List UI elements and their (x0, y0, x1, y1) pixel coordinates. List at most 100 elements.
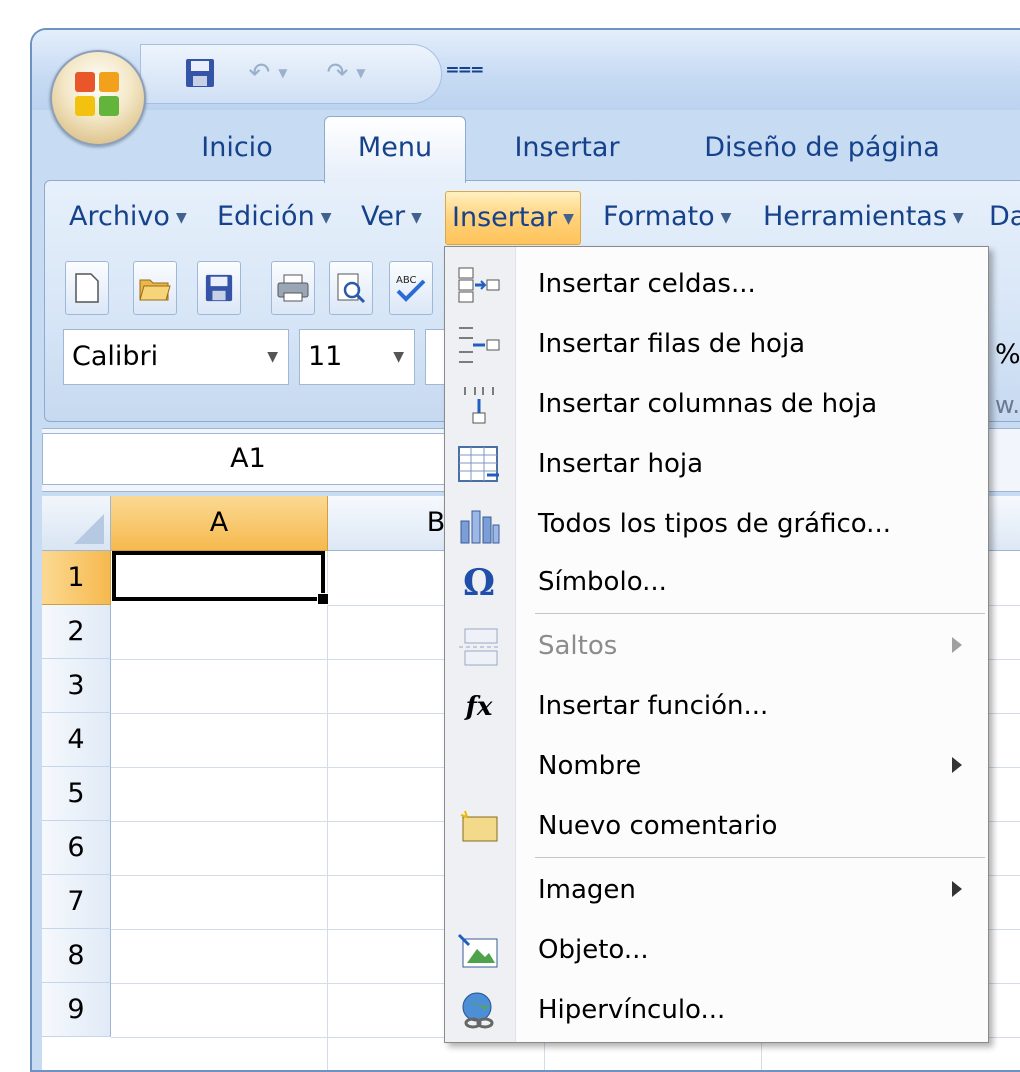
menu-item-todos-graficos[interactable]: Todos los tipos de gráfico... (445, 495, 988, 553)
hyperlink-icon (457, 991, 501, 1031)
active-cell-a1[interactable] (112, 551, 329, 605)
toolbar-save-button[interactable] (197, 261, 241, 315)
menu-item-saltos[interactable]: Saltos (445, 617, 988, 675)
chevron-down-icon: ▼ (267, 349, 278, 365)
row-header-8[interactable]: 8 (42, 929, 111, 983)
menu-item-label: Insertar hoja (538, 449, 704, 479)
menu-item-label: Insertar celdas... (538, 269, 756, 299)
page-break-icon (457, 627, 501, 667)
percent-style-button[interactable]: % (995, 339, 1020, 370)
comment-icon (457, 807, 501, 847)
menu-item-label: Insertar columnas de hoja (538, 389, 878, 419)
font-size-select[interactable]: 11 ▼ (299, 329, 415, 385)
insert-columns-icon (457, 385, 501, 425)
magnifier-icon (337, 273, 366, 304)
open-button[interactable] (133, 261, 177, 315)
menu-item-nuevo-comentario[interactable]: Nuevo comentario (445, 797, 988, 855)
menu-item-insertar-funcion[interactable]: fx Insertar función... (445, 677, 988, 735)
row-header-3[interactable]: 3 (42, 659, 111, 713)
select-all-button[interactable] (42, 496, 111, 551)
folder-open-icon (139, 279, 171, 301)
function-icon: fx (465, 692, 493, 722)
menu-ver[interactable]: Ver ▼ (355, 191, 428, 243)
undo-icon: ↶ (248, 58, 271, 88)
row-header-4[interactable]: 4 (42, 713, 111, 767)
menu-item-label: Insertar filas de hoja (538, 329, 806, 359)
row-header-7[interactable]: 7 (42, 875, 111, 929)
insert-rows-icon (457, 325, 501, 365)
gridline (327, 551, 328, 1070)
tab-menu[interactable]: Menu (324, 116, 466, 183)
submenu-arrow-icon (952, 881, 962, 897)
menu-item-insertar-celdas[interactable]: Insertar celdas... (445, 255, 988, 313)
menu-archivo[interactable]: Archivo ▼ (63, 191, 193, 243)
ribbon-partial-text: w.c (995, 391, 1020, 419)
chevron-down-icon: ▼ (563, 210, 574, 227)
menu-separator (535, 613, 985, 614)
printer-icon (277, 274, 309, 302)
ribbon-tabs: Inicio Menu Insertar Diseño de página (32, 110, 1020, 183)
menu-label: Edición (217, 201, 315, 232)
svg-text:ABC: ABC (396, 275, 417, 286)
tab-insertar[interactable]: Insertar (492, 120, 642, 178)
menu-item-hipervinculo[interactable]: Hipervínculo... (445, 981, 988, 1039)
menu-datos[interactable]: Da (983, 191, 1020, 243)
tab-inicio[interactable]: Inicio (182, 120, 292, 178)
office-button[interactable] (50, 50, 146, 146)
menu-item-objeto[interactable]: Objeto... (445, 921, 988, 979)
row-header-6[interactable]: 6 (42, 821, 111, 875)
menu-label: Formato (603, 201, 715, 232)
menu-item-label: Objeto... (538, 935, 649, 965)
menu-insertar[interactable]: Insertar ▼ (445, 191, 581, 245)
customize-qat-button[interactable]: ⩶ (446, 56, 484, 86)
office-logo-icon (75, 72, 121, 122)
new-button[interactable] (65, 261, 109, 315)
row-header-5[interactable]: 5 (42, 767, 111, 821)
classic-menubar: Archivo ▼ Edición ▼ Ver ▼ Insertar ▼ Formato… (45, 181, 1020, 251)
row-header-2[interactable]: 2 (42, 605, 111, 659)
menu-formato[interactable]: Formato ▼ (597, 191, 737, 243)
column-header-a[interactable]: A (111, 496, 328, 551)
redo-icon: ↷ (326, 58, 349, 88)
menu-item-label: Hipervínculo... (538, 995, 726, 1025)
menu-item-label: Nuevo comentario (538, 811, 778, 841)
row-header-1[interactable]: 1 (42, 551, 111, 605)
menu-herramientas[interactable]: Herramientas ▼ (757, 191, 970, 243)
menu-item-imagen[interactable]: Imagen (445, 861, 988, 919)
undo-button[interactable]: ↶ ▼ (233, 55, 303, 91)
font-size-value: 11 (308, 341, 343, 372)
chevron-down-icon: ▼ (952, 209, 964, 226)
font-name-select[interactable]: Calibri ▼ (63, 329, 289, 385)
save-button[interactable] (181, 55, 219, 91)
insert-menu-dropdown: Insertar celdas... Insertar filas de hoj… (444, 246, 989, 1043)
font-name-value: Calibri (72, 341, 159, 372)
menu-item-label: Símbolo... (538, 567, 667, 597)
chevron-down-icon: ▼ (175, 209, 187, 226)
menu-item-label: Saltos (538, 631, 618, 661)
print-button[interactable] (271, 261, 315, 315)
menu-item-label: Nombre (538, 751, 642, 781)
menu-item-simbolo[interactable]: Ω Símbolo... (445, 553, 988, 611)
tab-diseno-pagina[interactable]: Diseño de página (682, 120, 962, 178)
row-header-9[interactable]: 9 (42, 983, 111, 1037)
chevron-down-icon: ▼ (356, 66, 366, 80)
menu-item-insertar-filas[interactable]: Insertar filas de hoja (445, 315, 988, 373)
redo-button[interactable]: ↷ ▼ (311, 55, 381, 91)
menu-edicion[interactable]: Edición ▼ (211, 191, 337, 243)
omega-icon: Ω (462, 562, 496, 604)
save-icon (186, 59, 214, 87)
spelling-button[interactable]: ABC (389, 261, 433, 315)
object-icon (457, 931, 501, 971)
menu-item-label: Imagen (538, 875, 636, 905)
menu-item-nombre[interactable]: Nombre (445, 737, 988, 795)
chevron-down-icon: ▼ (393, 349, 404, 365)
save-icon (205, 274, 233, 302)
chevron-down-icon: ▼ (278, 66, 288, 80)
menu-item-insertar-columnas[interactable]: Insertar columnas de hoja (445, 375, 988, 433)
submenu-arrow-icon (952, 637, 962, 653)
name-box[interactable]: A1 (42, 433, 454, 485)
menu-item-insertar-hoja[interactable]: Insertar hoja (445, 435, 988, 493)
print-preview-button[interactable] (329, 261, 373, 315)
quick-access-toolbar: ↶ ▼ ↷ ▼ (140, 44, 442, 104)
menu-item-label: Insertar función... (538, 691, 769, 721)
